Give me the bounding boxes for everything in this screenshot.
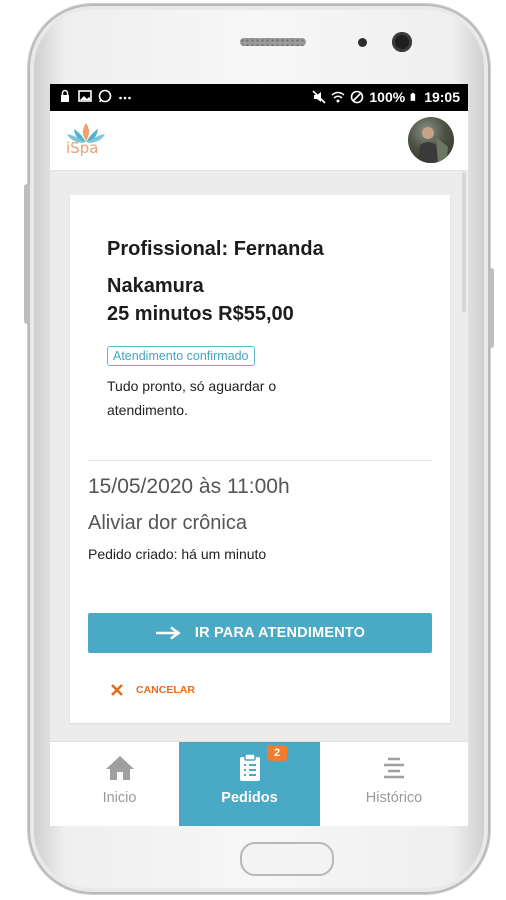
scrollbar[interactable]: [462, 172, 466, 312]
volume-button[interactable]: [24, 184, 30, 324]
home-button[interactable]: [240, 842, 334, 876]
nav-item-pedidos[interactable]: 2 Pedidos: [179, 742, 320, 826]
cancel-button[interactable]: CANCELAR: [110, 683, 195, 697]
duration-price: 25 minutos R$55,00: [107, 303, 294, 325]
clipboard-icon: [239, 753, 260, 781]
nav-item-historico[interactable]: Histórico: [320, 742, 468, 826]
go-to-appointment-label: IR PARA ATENDIMENTO: [194, 625, 366, 641]
list-icon: [384, 757, 404, 779]
lock-icon: [61, 89, 69, 102]
nav-item-inicio[interactable]: Inicio: [50, 742, 189, 826]
order-card: Profissional: Fernanda Nakamura 25 minut…: [70, 195, 450, 723]
more-icon: [119, 96, 131, 100]
close-icon: [111, 684, 123, 696]
no-signal-icon: [351, 90, 364, 104]
screen: 100% 19:05 iSpa Profissional: Fernanda N…: [50, 84, 468, 826]
created-time: Pedido criado: há um minuto: [88, 546, 267, 562]
whatsapp-icon: [98, 89, 112, 103]
nav-label-inicio: Inicio: [102, 790, 137, 806]
professional-name: Profissional: Fernanda Nakamura: [107, 238, 324, 297]
logo-text: iSpa: [66, 139, 99, 157]
status-message: Tudo pronto, só aguardar o atendimento.: [107, 378, 277, 418]
nav-label-pedidos: Pedidos: [221, 790, 278, 806]
front-camera: [392, 32, 412, 52]
arrow-right-icon: [155, 626, 181, 640]
image-icon: [78, 90, 92, 102]
wifi-icon: [331, 91, 345, 103]
avatar[interactable]: [408, 117, 454, 163]
status-badge: Atendimento confirmado: [107, 346, 255, 366]
divider: [88, 460, 432, 461]
mute-icon: [312, 90, 326, 104]
status-bar: 100% 19:05: [50, 84, 468, 111]
appointment-datetime: 15/05/2020 às 11:00h: [88, 475, 290, 498]
nav-label-historico: Histórico: [365, 790, 423, 806]
notification-badge: 2: [267, 745, 287, 761]
cancel-label: CANCELAR: [136, 684, 195, 696]
app-bar: iSpa: [50, 111, 468, 171]
clock: 19:05: [424, 89, 460, 105]
main-content: Profissional: Fernanda Nakamura 25 minut…: [50, 171, 468, 741]
battery-icon: [410, 92, 416, 101]
power-button[interactable]: [488, 268, 494, 348]
proximity-sensor: [358, 38, 367, 47]
speaker-grille: [240, 38, 306, 46]
battery-percent: 100%: [369, 89, 406, 105]
service-name: Aliviar dor crônica: [88, 512, 247, 534]
profile-photo: [418, 127, 448, 163]
bottom-navigation: Inicio 2 Pedidos Histórico: [50, 741, 468, 826]
go-to-appointment-button[interactable]: IR PARA ATENDIMENTO: [88, 613, 432, 653]
home-icon: [105, 756, 134, 780]
